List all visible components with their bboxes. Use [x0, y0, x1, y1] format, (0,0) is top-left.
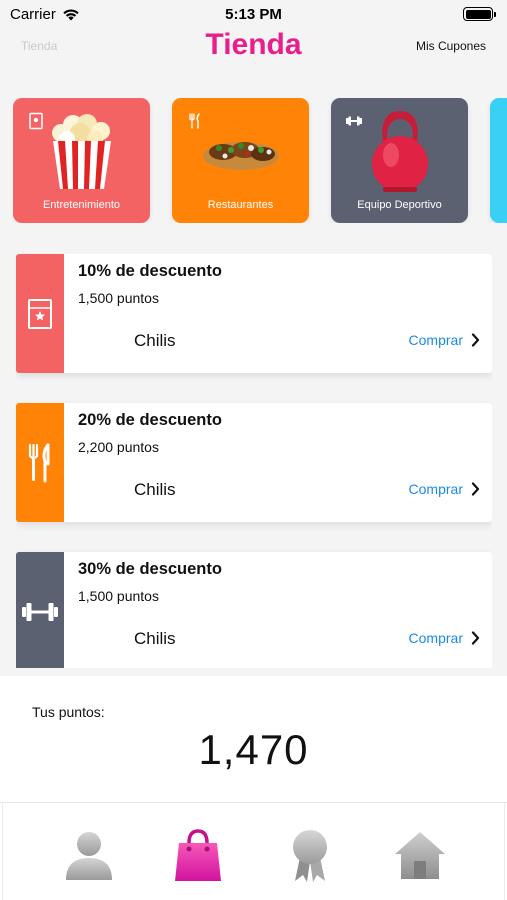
tab-shop[interactable]	[168, 825, 228, 885]
points-value: 1,470	[198, 726, 309, 773]
home-icon	[395, 832, 445, 879]
chevron-right-icon	[471, 482, 480, 496]
offer-merchant: Chilis	[134, 331, 176, 350]
battery-icon	[463, 7, 496, 21]
offer-card[interactable]: 10% de descuento 1,500 puntos Chilis Com…	[16, 254, 492, 373]
chevron-right-icon	[471, 333, 480, 347]
navigation-header: Tienda Tienda Mis Cupones	[0, 28, 507, 68]
offer-category-strip	[16, 403, 64, 522]
tacos-image	[172, 106, 309, 196]
offer-title: 10% de descuento	[78, 262, 222, 280]
offer-points: 1,500 puntos	[78, 588, 159, 604]
tab-home[interactable]	[390, 825, 450, 885]
offer-body: 10% de descuento 1,500 puntos Chilis Com…	[64, 254, 492, 373]
buy-button[interactable]: Comprar	[409, 481, 480, 497]
buy-label: Comprar	[408, 630, 463, 646]
category-partial[interactable]	[490, 98, 507, 223]
carrier-label: Carrier	[10, 5, 56, 23]
points-panel: Tus puntos: 1,470	[0, 676, 507, 802]
fork-knife-icon	[28, 443, 50, 482]
ticket-icon	[28, 298, 52, 329]
category-carousel[interactable]: Entretenimiento Restaurantes Equipo Depo…	[13, 98, 507, 223]
shopping-bag-icon	[175, 829, 221, 881]
offer-title: 20% de descuento	[78, 411, 222, 429]
category-restaurants[interactable]: Restaurantes	[172, 98, 309, 223]
offer-category-strip	[16, 552, 64, 668]
wifi-icon	[63, 8, 79, 20]
my-coupons-button[interactable]: Mis Cupones	[416, 39, 486, 53]
popcorn-image	[13, 106, 150, 196]
offer-body: 30% de descuento 1,500 puntos Chilis Com…	[64, 552, 492, 668]
points-label: Tus puntos:	[32, 704, 105, 720]
carrier-group: Carrier	[10, 6, 80, 23]
category-sports-equipment[interactable]: Equipo Deportivo	[331, 98, 468, 223]
category-label: Entretenimiento	[42, 199, 121, 211]
offer-title: 30% de descuento	[78, 560, 222, 578]
kettlebell-image	[331, 106, 468, 196]
offer-category-strip	[16, 254, 64, 373]
offer-points: 2,200 puntos	[78, 439, 159, 455]
award-icon	[293, 830, 327, 882]
buy-button[interactable]: Comprar	[409, 630, 480, 646]
offer-merchant: Chilis	[134, 480, 176, 499]
offers-list[interactable]: 10% de descuento 1,500 puntos Chilis Com…	[16, 254, 492, 668]
buy-label: Comprar	[408, 481, 463, 497]
status-bar: Carrier 5:13 PM	[0, 0, 507, 28]
category-label: Restaurantes	[207, 199, 274, 211]
buy-label: Comprar	[408, 332, 463, 348]
tab-profile[interactable]	[59, 825, 119, 885]
category-entertainment[interactable]: Entretenimiento	[13, 98, 150, 223]
offer-merchant: Chilis	[134, 629, 176, 648]
offer-body: 20% de descuento 2,200 puntos Chilis Com…	[64, 403, 492, 522]
dumbbell-icon	[22, 602, 58, 621]
tab-bar	[0, 802, 507, 900]
offer-points: 1,500 puntos	[78, 290, 159, 306]
tab-rewards[interactable]	[280, 825, 340, 885]
profile-icon	[66, 832, 112, 880]
buy-button[interactable]: Comprar	[409, 332, 480, 348]
chevron-right-icon	[471, 631, 480, 645]
offer-card[interactable]: 30% de descuento 1,500 puntos Chilis Com…	[16, 552, 492, 668]
category-label: Equipo Deportivo	[357, 199, 442, 211]
offer-card[interactable]: 20% de descuento 2,200 puntos Chilis Com…	[16, 403, 492, 522]
